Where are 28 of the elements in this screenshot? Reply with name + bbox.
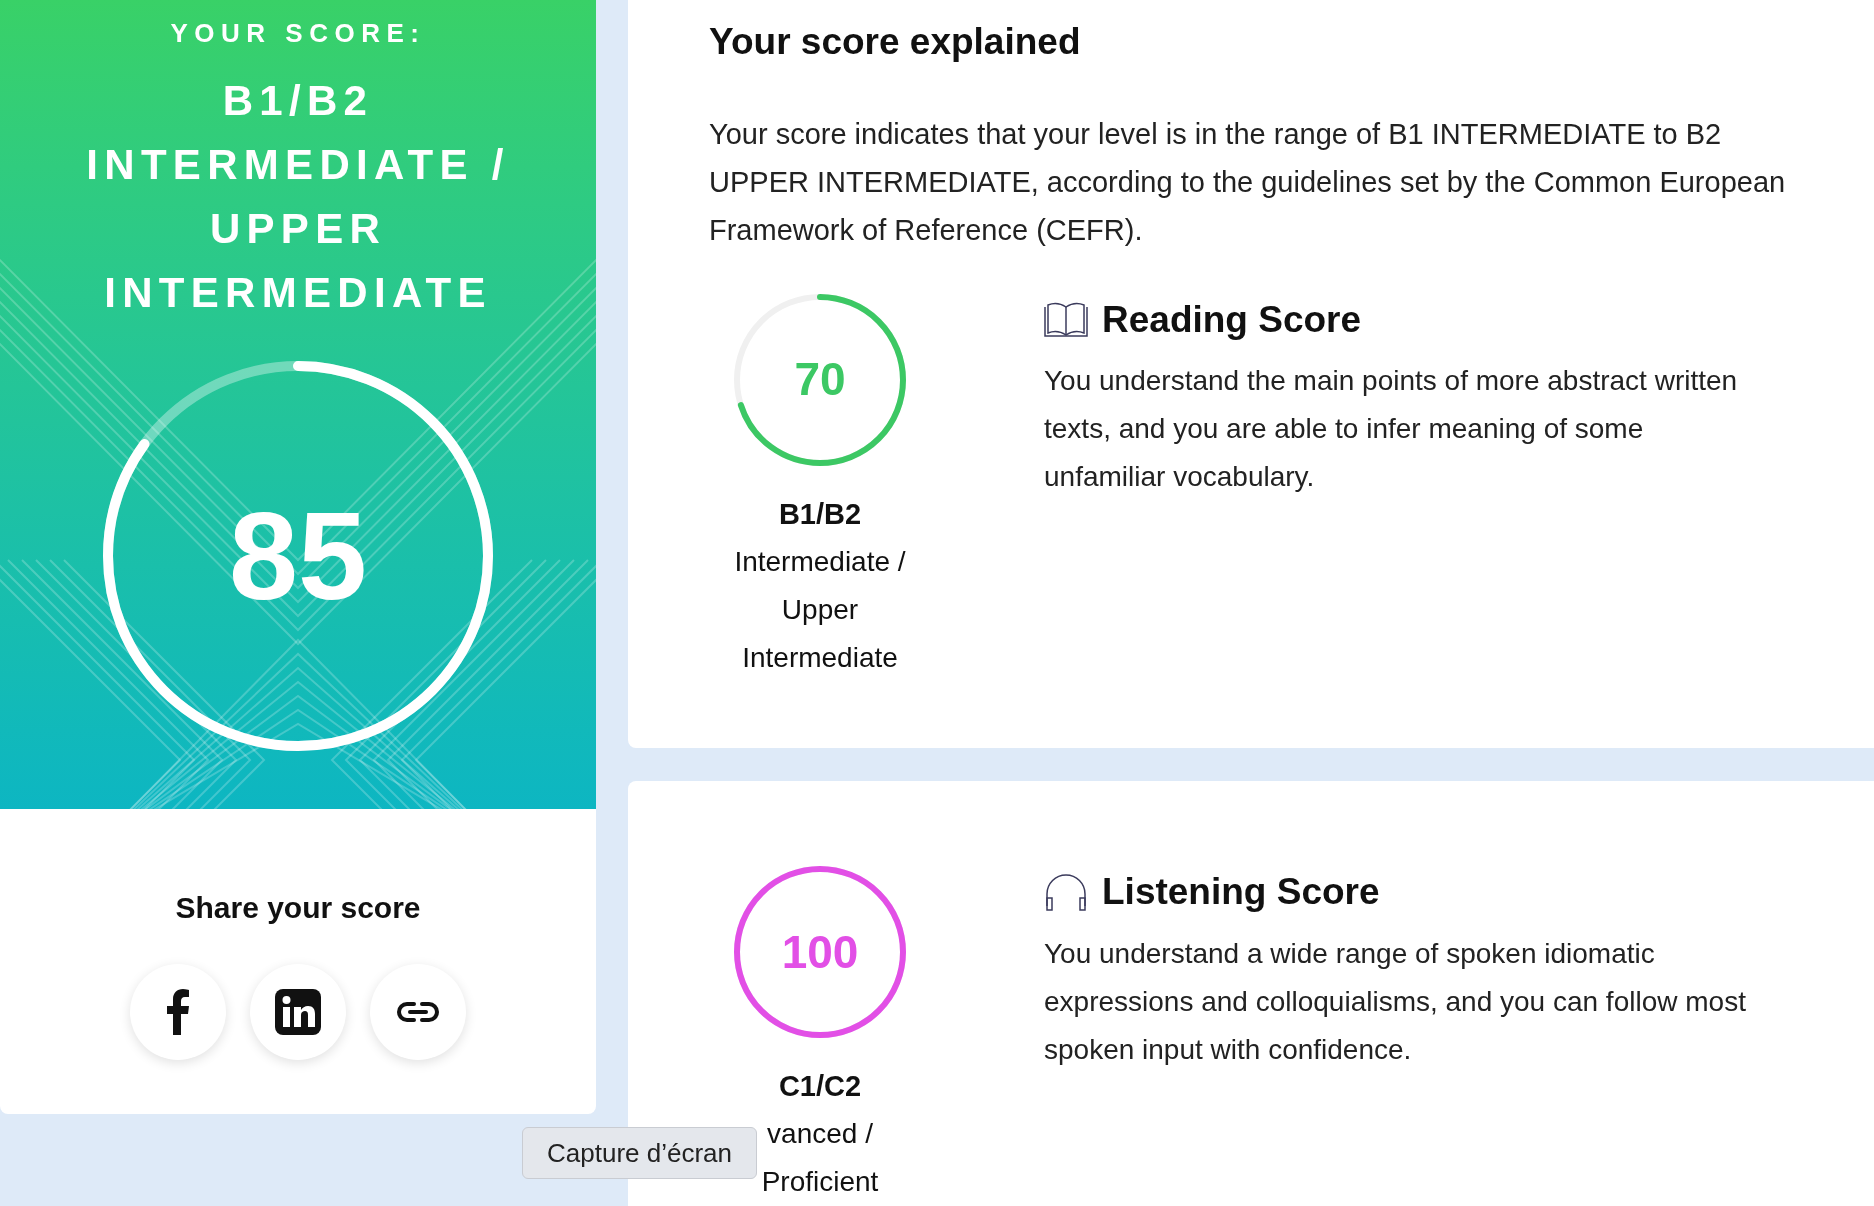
grade-code: B1/B2 xyxy=(778,496,862,532)
section-title: Listening Score xyxy=(1102,870,1380,914)
grade-name: vanced / xyxy=(767,1117,873,1151)
explanation-text: Your score indicates that your level is in the range of B1 INTERMEDIATE to B2 UPPER INTERMEDIATE, according to the guidelines set by the Common European Framework of Reference (CEFR). xyxy=(709,116,1787,248)
level-title: INTERMEDIATE xyxy=(104,268,492,318)
link-icon xyxy=(397,1001,439,1023)
gauge-value: 100 xyxy=(781,924,859,980)
share-title: Share your score xyxy=(175,890,421,926)
level-title: UPPER xyxy=(209,204,387,254)
headphones-icon xyxy=(1044,871,1088,912)
section-heading: Your score explained xyxy=(709,20,1082,64)
grade-name: Proficient xyxy=(761,1165,879,1199)
grade-code: C1/C2 xyxy=(778,1069,862,1104)
linkedin-icon xyxy=(275,989,321,1035)
score-value: 85 xyxy=(229,486,367,627)
gauge-value: 70 xyxy=(794,352,846,407)
level-title: INTERMEDIATE / xyxy=(86,140,510,190)
section-title: Reading Score xyxy=(1102,297,1362,342)
level-title: B1/B2 xyxy=(222,76,374,126)
section-text: You understand the main points of more abstract written texts, and you are able to infer meaning of some unfamiliar vocabulary. xyxy=(1044,364,1739,494)
grade-name: Upper xyxy=(781,592,859,627)
score-label: YOUR SCORE: xyxy=(170,17,426,50)
grade-name: Intermediate xyxy=(742,640,898,675)
grade-name: Intermediate / xyxy=(734,544,906,579)
facebook-icon xyxy=(167,989,189,1035)
section-text: You understand a wide range of spoken idiomatic expressions and colloquialisms, and you can follow most spoken input with confidence. xyxy=(1044,936,1747,1067)
tooltip: Capture d’écran xyxy=(522,1127,757,1179)
book-icon xyxy=(1044,301,1088,338)
